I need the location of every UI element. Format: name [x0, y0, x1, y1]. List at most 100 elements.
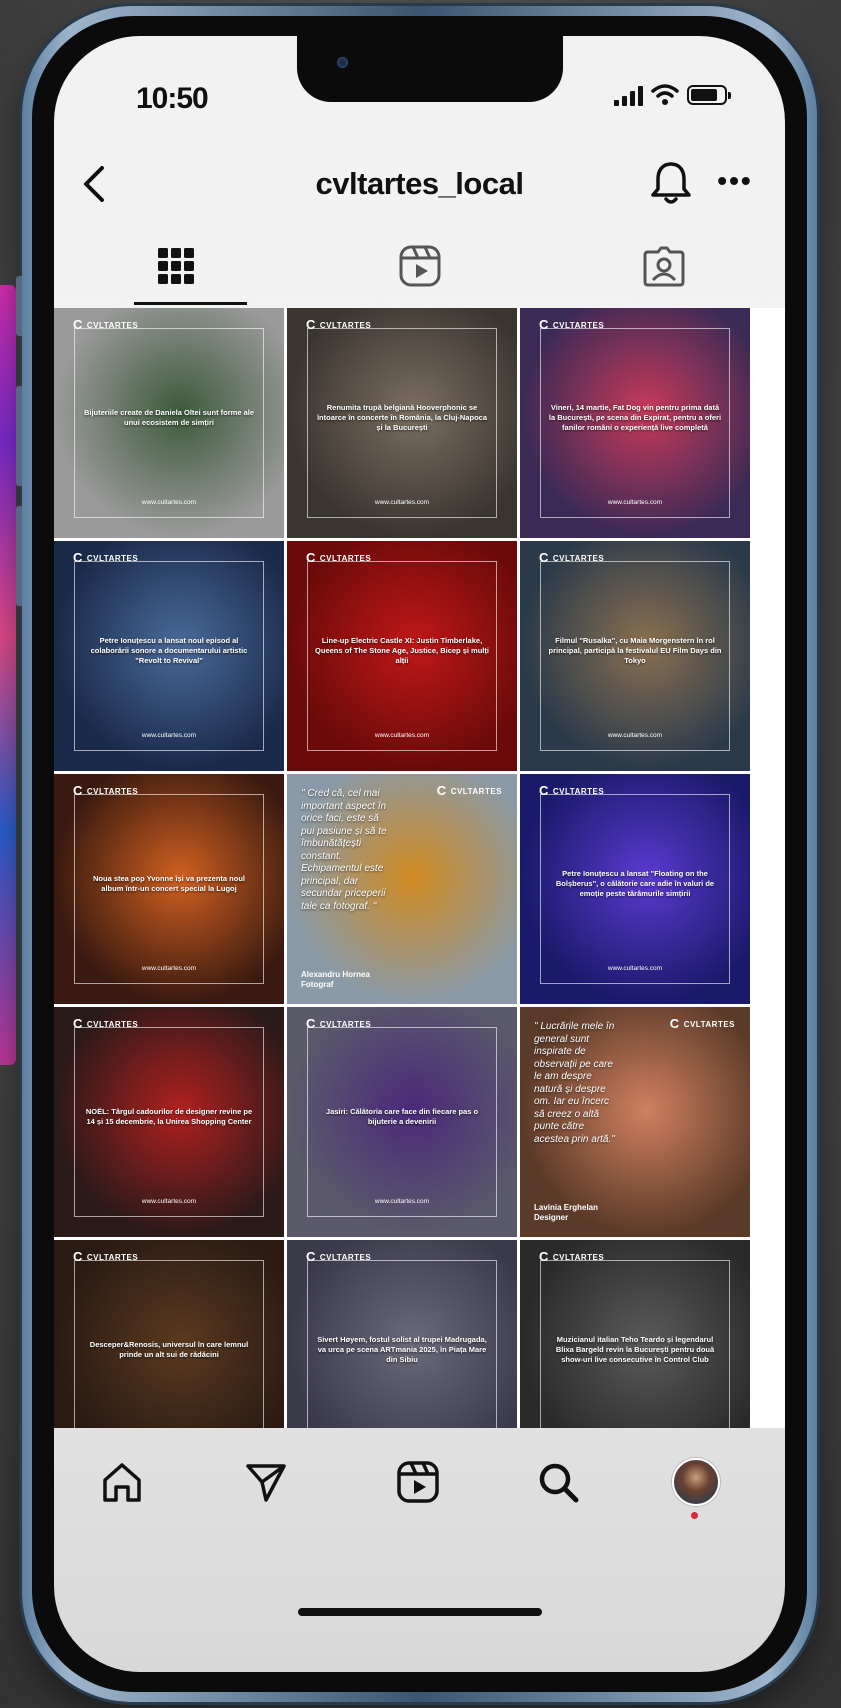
tab-tagged[interactable] — [542, 226, 785, 306]
brand-logo: C CVLTARTES — [70, 784, 141, 798]
notch — [297, 36, 563, 102]
bell-icon[interactable] — [647, 158, 695, 208]
brand-logo-text: CVLTARTES — [86, 786, 139, 796]
brand-logo: C CVLTARTES — [70, 1017, 141, 1031]
brand-logo-text: CVLTARTES — [86, 553, 139, 563]
brand-logo-mark: C — [73, 783, 83, 798]
post-caption: Filmul "Rusalka", cu Maia Morgenstern în… — [548, 636, 722, 666]
status-time: 10:50 — [136, 82, 209, 115]
post-caption: Noua stea pop Yvonne își va prezenta nou… — [93, 874, 245, 894]
brand-logo-text: CVLTARTES — [450, 786, 502, 796]
volume-down-button — [16, 506, 22, 606]
active-tab-indicator — [134, 302, 247, 305]
brand-logo-mark: C — [539, 317, 549, 332]
brand-logo-text: CVLTARTES — [86, 1252, 139, 1262]
brand-logo-text: CVLTARTES — [319, 320, 372, 330]
brand-logo-text: CVLTARTES — [552, 553, 605, 563]
search-icon — [539, 1463, 579, 1503]
more-options-icon[interactable]: ••• — [715, 166, 755, 202]
volume-up-button — [16, 386, 22, 486]
brand-logo-text: CVLTARTES — [319, 553, 372, 563]
signal-icon — [614, 84, 643, 106]
brand-logo-mark: C — [73, 317, 83, 332]
brand-logo-mark: C — [73, 550, 83, 565]
post-website: www.cultartes.com — [607, 732, 663, 739]
post-tile[interactable]: C CVLTARTES Petre Ionuțescu a lansat "Floa… — [520, 774, 750, 1004]
nav-profile[interactable] — [666, 1452, 726, 1519]
avatar — [672, 1458, 720, 1506]
tab-reels[interactable] — [298, 226, 541, 306]
brand-logo-text: CVLTARTES — [552, 786, 605, 796]
home-icon — [103, 1463, 141, 1502]
post-website: www.cultartes.com — [141, 1198, 197, 1205]
brand-logo-mark: C — [306, 1249, 316, 1264]
post-website: www.cultartes.com — [607, 499, 663, 506]
brand-logo: C CVLTARTES — [70, 318, 141, 332]
brand-logo-mark: C — [436, 783, 447, 798]
brand-logo-mark: C — [73, 1016, 83, 1031]
profile-header: cvltartes_local ••• — [54, 146, 785, 226]
post-caption: Sivert Høyem, fostul solist al trupei Ma… — [317, 1335, 487, 1365]
post-tile[interactable]: C CVLTARTES Bijuteriile create de Daniela … — [54, 308, 284, 538]
post-tile[interactable]: C CVLTARTES Desceper&Renosis, universul în… — [54, 1240, 284, 1428]
post-tile[interactable]: C CVLTARTES Renumita trupă belgiană Hoover… — [287, 308, 517, 538]
wifi-icon — [651, 84, 679, 105]
tagged-icon — [643, 246, 684, 287]
brand-logo-text: CVLTARTES — [86, 320, 139, 330]
phone-frame: 10:50 cvltartes_local ••• C CVLTARTES Bi… — [16, 6, 817, 1702]
send-icon — [246, 1464, 286, 1502]
reels-icon — [397, 1461, 439, 1503]
post-tile[interactable]: C CVLTARTES Sivert Høyem, fostul solist al… — [287, 1240, 517, 1428]
post-caption: Jasiri: Călătoria care face din fiecare … — [325, 1107, 479, 1127]
brand-logo: C CVLTARTES — [536, 318, 607, 332]
brand-logo: C CVLTARTES — [536, 784, 607, 798]
post-tile[interactable]: C CVLTARTES Line-up Electric Castle XI: Ju… — [287, 541, 517, 771]
profile-tabs — [54, 226, 785, 306]
status-icons — [614, 84, 731, 106]
post-caption: Desceper&Renosis, universul în care lemn… — [89, 1340, 249, 1360]
nav-home[interactable] — [92, 1452, 152, 1512]
bottom-nav — [54, 1432, 785, 1552]
post-tile[interactable]: C CVLTARTES Jasiri: Călătoria care face di… — [287, 1007, 517, 1237]
post-website: www.cultartes.com — [141, 732, 197, 739]
nav-reels[interactable] — [388, 1452, 448, 1512]
post-caption: NOËL: Târgul cadourilor de designer revi… — [85, 1107, 253, 1127]
post-tile[interactable]: C CVLTARTES NOËL: Târgul cadourilor de des… — [54, 1007, 284, 1237]
post-tile[interactable]: C CVLTARTES Vineri, 14 martie, Fat Dog vin… — [520, 308, 750, 538]
post-tile[interactable]: C CVLTARTES Filmul "Rusalka", cu Maia Morg… — [520, 541, 750, 771]
brand-logo-text: CVLTARTES — [552, 1252, 605, 1262]
brand-logo: C CVLTARTES — [303, 1017, 374, 1031]
post-tile[interactable]: C CVLTARTES Petre Ionuțescu a lansat noul … — [54, 541, 284, 771]
post-tile[interactable]: C CVLTARTES " Lucrările mele în general su… — [520, 1007, 750, 1237]
background-window-edge — [0, 285, 16, 1065]
nav-direct[interactable] — [236, 1452, 296, 1512]
home-indicator[interactable] — [298, 1608, 542, 1616]
mute-switch — [16, 276, 22, 336]
brand-logo-text: CVLTARTES — [683, 1019, 735, 1029]
notification-dot — [691, 1512, 698, 1519]
brand-logo-mark: C — [669, 1016, 680, 1031]
post-quote: " Lucrările mele în general sunt inspira… — [534, 1021, 615, 1145]
brand-logo-mark: C — [539, 550, 549, 565]
brand-logo-text: CVLTARTES — [552, 320, 605, 330]
post-author: Lavinia Erghelan Designer — [534, 1203, 599, 1222]
post-website: www.cultartes.com — [374, 499, 430, 506]
brand-logo-mark: C — [73, 1249, 83, 1264]
tab-posts[interactable] — [54, 226, 297, 306]
brand-logo: C CVLTARTES — [303, 318, 374, 332]
post-website: www.cultartes.com — [607, 965, 663, 972]
post-website: www.cultartes.com — [374, 732, 430, 739]
nav-search[interactable] — [528, 1452, 588, 1512]
post-tile[interactable]: C CVLTARTES " Cred că, cel mai important a… — [287, 774, 517, 1004]
post-tile[interactable]: C CVLTARTES Noua stea pop Yvonne își va pr… — [54, 774, 284, 1004]
brand-logo-text: CVLTARTES — [319, 1252, 372, 1262]
front-camera — [337, 57, 348, 68]
post-website: www.cultartes.com — [141, 965, 197, 972]
brand-logo: C CVLTARTES — [536, 551, 607, 565]
brand-logo: C CVLTARTES — [303, 551, 374, 565]
grid-icon — [157, 248, 194, 284]
brand-logo-mark: C — [539, 1249, 549, 1264]
post-quote: " Cred că, cel mai important aspect în o… — [301, 788, 387, 912]
post-tile[interactable]: C CVLTARTES Muzicianul italian Teho Teardo… — [520, 1240, 750, 1428]
post-caption: Vineri, 14 martie, Fat Dog vin pentru pr… — [548, 403, 722, 433]
